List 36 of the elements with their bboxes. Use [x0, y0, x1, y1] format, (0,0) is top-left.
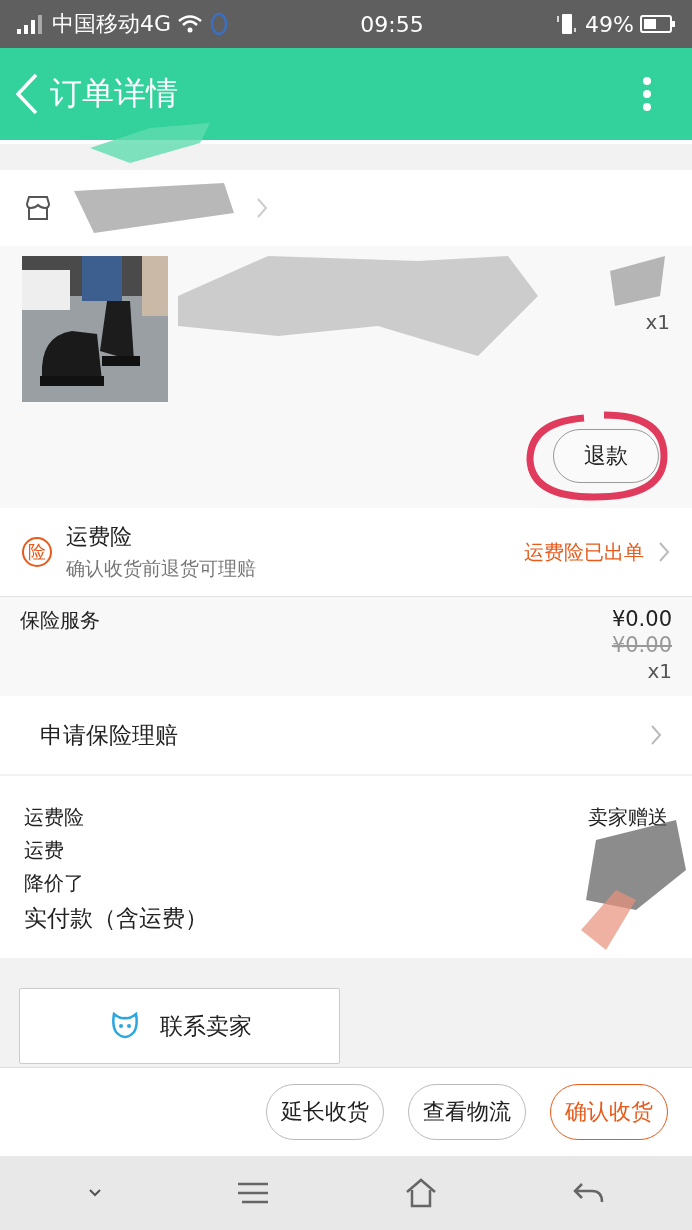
battery-icon: [640, 14, 676, 34]
back-arrow-icon[interactable]: [572, 1182, 605, 1204]
summary-label: 运费: [24, 837, 64, 864]
contact-seller-button[interactable]: 联系卖家: [19, 988, 340, 1064]
page-title: 订单详情: [50, 73, 178, 114]
home-icon[interactable]: [404, 1178, 437, 1208]
carrier-name: 中国移动4G: [52, 10, 172, 38]
action-button[interactable]: 延长收货: [266, 1084, 384, 1140]
original-price: ¥0.00: [611, 633, 672, 657]
chevron-icon: [658, 541, 670, 563]
service-name: 保险服务: [20, 607, 100, 634]
store-icon: [24, 195, 52, 221]
wifi-icon: [177, 14, 204, 34]
chevron-down-icon[interactable]: [87, 1188, 102, 1198]
clock: 09:55: [360, 11, 424, 37]
refund-button[interactable]: 退款: [553, 429, 659, 483]
insurance-subtitle: 确认收货前退货可理赔: [66, 556, 256, 581]
menu-icon[interactable]: [237, 1182, 270, 1204]
summary-label: 实付款（含运费）: [24, 904, 208, 933]
insurance-title: 运费险: [66, 523, 133, 551]
chevron-icon: [650, 724, 662, 746]
insurance-row[interactable]: 险 运费险 确认收货前退货可理赔 运费险已出单: [0, 508, 692, 596]
battery-percent: 49%: [585, 11, 634, 37]
action-button[interactable]: 确认收货: [550, 1084, 668, 1140]
summary-label: 运费险: [24, 804, 84, 831]
action-button[interactable]: 查看物流: [408, 1084, 526, 1140]
insurance-status: 运费险已出单: [524, 538, 644, 566]
chevron-icon: [256, 197, 268, 219]
summary-label: 降价了: [24, 870, 84, 897]
service-price: ¥0.00: [611, 607, 672, 631]
insurance-badge: 险: [22, 537, 52, 567]
claim-row[interactable]: 申请保险理赔: [0, 696, 692, 774]
quantity: x1: [645, 310, 670, 334]
claim-label: 申请保险理赔: [40, 720, 178, 750]
summary-value: 卖家赠送: [588, 804, 668, 831]
quantity: x1: [647, 659, 672, 683]
